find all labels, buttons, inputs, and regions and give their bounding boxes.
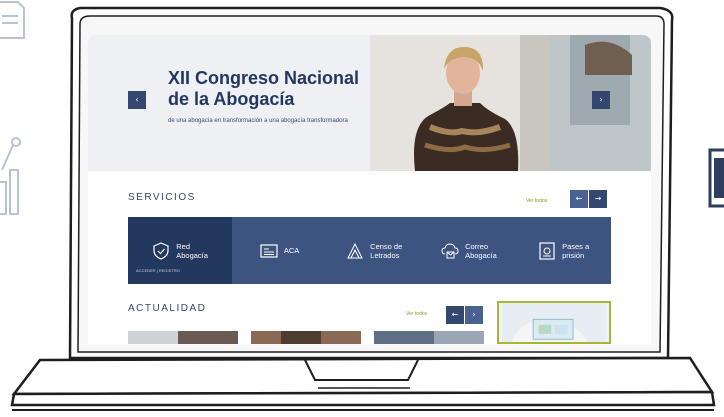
news-see-all-link[interactable]: Ver todos: [406, 311, 427, 317]
services-next-button[interactable]: →: [589, 190, 607, 208]
service-pases-prision[interactable]: Pases a prisión: [516, 217, 611, 284]
id-card-icon: [260, 243, 278, 258]
news-prev-button[interactable]: ←: [446, 306, 464, 324]
service-label: Pases a prisión: [562, 241, 590, 260]
arrow-left-icon: ←: [575, 194, 583, 203]
service-aca[interactable]: ACA: [232, 217, 327, 284]
service-correo-abogacia[interactable]: Correo Abogacía: [422, 217, 517, 284]
mail-icon: [441, 242, 459, 258]
chevron-right-icon: ›: [599, 95, 603, 104]
hero-banner: XII Congreso Nacional de la Abogacía de …: [88, 35, 651, 171]
document-badge-icon: [539, 241, 555, 260]
service-label: Red Abogacía: [176, 241, 208, 260]
services-strip: Red Abogacía ACCEDER | REGISTRO ACA Cens…: [128, 217, 611, 284]
shield-hand-icon: [153, 241, 169, 260]
arrow-left-icon: ←: [451, 310, 459, 319]
hero-next-button[interactable]: ›: [592, 91, 610, 109]
hero-subtitle: de una abogacía en transformación a una …: [168, 118, 348, 124]
news-thumbnail[interactable]: [251, 331, 361, 344]
news-nav: ← ›: [446, 306, 483, 324]
news-heading: ACTUALIDAD: [128, 303, 207, 314]
service-label: Correo Abogacía: [465, 241, 497, 260]
news-next-button[interactable]: ›: [465, 306, 483, 324]
hero-title: XII Congreso Nacional de la Abogacía: [168, 68, 360, 109]
people-icon: [347, 242, 363, 258]
promo-card[interactable]: [497, 301, 611, 344]
service-tag[interactable]: ACCEDER | REGISTRO: [136, 266, 180, 275]
chevron-right-icon: ›: [472, 310, 476, 319]
website-screen: XII Congreso Nacional de la Abogacía de …: [88, 35, 651, 344]
service-censo-letrados[interactable]: Censo de Letrados: [327, 217, 422, 284]
service-label: ACA: [283, 246, 300, 255]
services-nav: ← →: [570, 190, 607, 208]
hero-prev-button[interactable]: ‹: [128, 91, 146, 109]
services-prev-button[interactable]: ←: [570, 190, 588, 208]
service-red-abogacia[interactable]: Red Abogacía ACCEDER | REGISTRO: [128, 217, 233, 284]
news-thumbnail[interactable]: [128, 331, 238, 344]
chevron-left-icon: ‹: [135, 95, 139, 104]
services-see-all-link[interactable]: Ver todos: [526, 198, 547, 204]
arrow-right-icon: →: [594, 194, 602, 203]
services-heading: SERVICIOS: [128, 192, 196, 203]
news-thumbnail[interactable]: [374, 331, 484, 344]
service-label: Censo de Letrados: [370, 241, 403, 260]
